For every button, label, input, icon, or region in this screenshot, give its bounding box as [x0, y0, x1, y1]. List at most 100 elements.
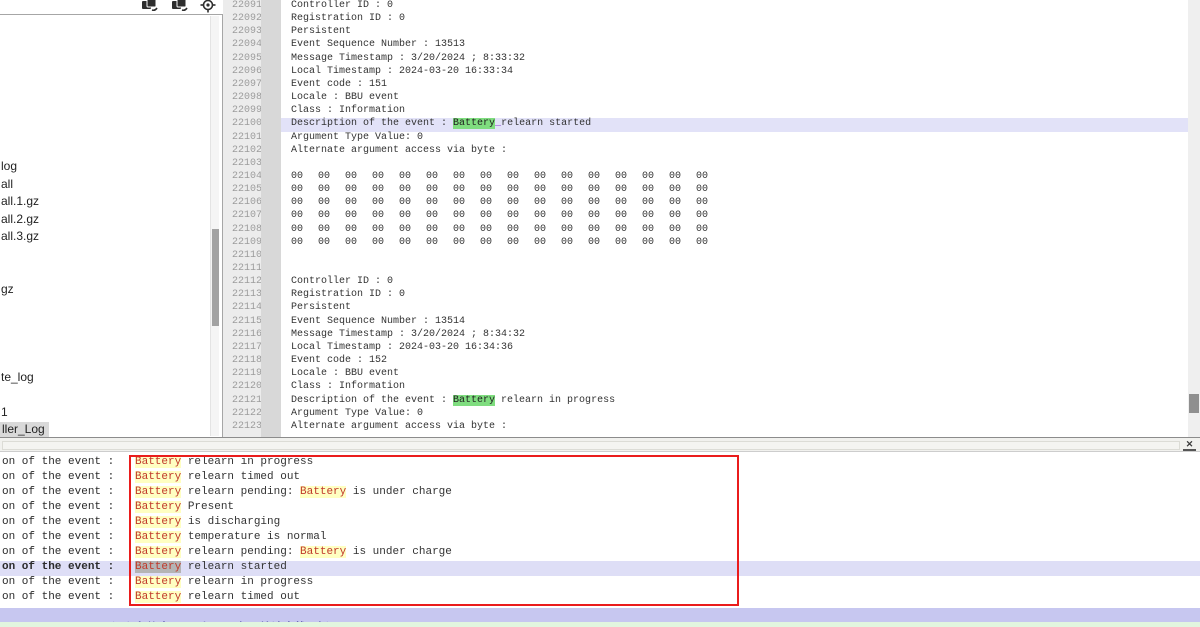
log-line[interactable]: Argument Type Value: 0 [281, 132, 1188, 146]
line-number: 22092 [232, 13, 261, 27]
log-line[interactable]: Event Sequence Number : 13514 [281, 316, 1188, 330]
horizontal-scrollbar-track[interactable] [2, 441, 1180, 450]
log-line[interactable]: Alternate argument access via byte : [281, 145, 1188, 159]
sidebar-item-log[interactable]: log [1, 159, 17, 174]
log-text: Message Timestamp : 3/20/2024 ; 8:34:32 [291, 329, 525, 340]
log-text: Registration ID : 0 [291, 13, 405, 24]
line-number: 22095 [232, 53, 261, 67]
line-number: 22099 [232, 105, 261, 119]
log-line[interactable]: Registration ID : 0 [281, 289, 1188, 303]
match-highlight: Battery [135, 576, 181, 588]
log-text: relearn in progress [181, 456, 313, 468]
match-highlight: Battery [135, 471, 181, 483]
log-text: Locale : BBU event [291, 92, 399, 103]
results-panel-header: ✕ [0, 437, 1200, 452]
log-line-current[interactable]: Description of the event : Battery_relea… [281, 118, 1188, 132]
editor-scrollbar-track[interactable] [1188, 0, 1200, 437]
log-text: Local Timestamp : 2024-03-20 16:34:36 [291, 342, 513, 353]
match-highlight: Battery [135, 531, 181, 543]
log-text: relearn in progress [181, 576, 313, 588]
line-number: 22106 [232, 197, 261, 211]
sidebar-item-all-1-gz[interactable]: all.1.gz [1, 194, 39, 209]
log-line[interactable]: Local Timestamp : 2024-03-20 16:34:36 [281, 342, 1188, 356]
compare-files-right-icon[interactable] [170, 0, 188, 13]
log-line[interactable]: Event code : 152 [281, 355, 1188, 369]
compare-files-left-icon[interactable] [140, 0, 158, 13]
log-line[interactable]: 00 00 00 00 00 00 00 00 00 00 00 00 00 0… [281, 210, 1188, 224]
match-highlight: Battery [135, 456, 181, 468]
log-line[interactable]: Description of the event : Battery relea… [281, 395, 1188, 409]
log-line[interactable]: Event code : 151 [281, 79, 1188, 93]
result-prefix: on of the event : [2, 516, 114, 528]
log-line[interactable]: Locale : BBU event [281, 92, 1188, 106]
log-line[interactable]: Persistent [281, 26, 1188, 40]
log-line[interactable]: 00 00 00 00 00 00 00 00 00 00 00 00 00 0… [281, 224, 1188, 238]
line-number: 22120 [232, 381, 261, 395]
log-line[interactable]: Locale : BBU event [281, 368, 1188, 382]
log-line[interactable]: Argument Type Value: 0 [281, 408, 1188, 422]
log-line[interactable] [281, 158, 1188, 172]
log-text: 00 00 00 00 00 00 00 00 00 00 00 00 00 0… [291, 197, 708, 208]
line-number: 22097 [232, 79, 261, 93]
log-text: 00 00 00 00 00 00 00 00 00 00 00 00 00 0… [291, 210, 708, 221]
log-text: Class : Information [291, 381, 405, 392]
sidebar-scrollbar-track[interactable] [210, 16, 219, 436]
log-line[interactable]: Class : Information [281, 105, 1188, 119]
log-line[interactable]: Persistent [281, 302, 1188, 316]
log-line[interactable]: 00 00 00 00 00 00 00 00 00 00 00 00 00 0… [281, 237, 1188, 251]
log-text: relearn in progress [495, 395, 615, 406]
result-row[interactable]: on of the event :Battery relearn timed o… [0, 591, 1200, 606]
log-line[interactable]: Alternate argument access via byte : [281, 421, 1188, 435]
result-text: Battery relearn pending: Battery is unde… [135, 546, 452, 558]
result-prefix: on of the event : [2, 501, 114, 513]
result-text: Battery relearn in progress [135, 576, 313, 588]
log-line[interactable]: Registration ID : 0 [281, 13, 1188, 27]
locate-target-icon[interactable] [200, 0, 218, 13]
log-text: Event code : 151 [291, 79, 387, 90]
result-row[interactable]: on of the event :Battery Present [0, 501, 1200, 516]
log-line[interactable] [281, 263, 1188, 277]
log-text: Alternate argument access via byte : [291, 145, 507, 156]
result-row[interactable]: on of the event :Battery is discharging [0, 516, 1200, 531]
log-line[interactable]: Message Timestamp : 3/20/2024 ; 8:34:32 [281, 329, 1188, 343]
log-line[interactable]: 00 00 00 00 00 00 00 00 00 00 00 00 00 0… [281, 184, 1188, 198]
sidebar-item-all[interactable]: all [1, 177, 13, 192]
log-line[interactable]: Message Timestamp : 3/20/2024 ; 8:33:32 [281, 53, 1188, 67]
sidebar-item-te-log[interactable]: te_log [1, 370, 34, 385]
result-prefix: on of the event : [2, 576, 114, 588]
match-highlight: Battery [453, 395, 495, 406]
log-line[interactable]: 00 00 00 00 00 00 00 00 00 00 00 00 00 0… [281, 197, 1188, 211]
match-highlight: Battery [135, 501, 181, 513]
log-line[interactable]: 00 00 00 00 00 00 00 00 00 00 00 00 00 0… [281, 171, 1188, 185]
line-number: 22117 [232, 342, 261, 356]
log-line[interactable]: Local Timestamp : 2024-03-20 16:33:34 [281, 66, 1188, 80]
log-text: is under charge [346, 546, 452, 558]
close-results-icon[interactable]: ✕ [1183, 439, 1196, 451]
line-number: 22107 [232, 210, 261, 224]
line-number: 22103 [232, 158, 261, 172]
result-row[interactable]: on of the event :Battery temperature is … [0, 531, 1200, 546]
result-row-selected[interactable]: on of the event :Battery relearn started [0, 561, 1200, 576]
log-line[interactable]: Controller ID : 0 [281, 276, 1188, 290]
result-row[interactable]: on of the event :Battery relearn pending… [0, 486, 1200, 501]
sidebar-item-1[interactable]: 1 [1, 405, 8, 420]
search-summary-bar: e event" （1个文件中匹配到1123次，总计查找1次） [0, 608, 1200, 622]
sidebar-item-all-3-gz[interactable]: all.3.gz [1, 229, 39, 244]
log-line[interactable] [281, 250, 1188, 264]
log-line[interactable]: Controller ID : 0 [281, 0, 1188, 14]
sidebar-item-all-2-gz[interactable]: all.2.gz [1, 212, 39, 227]
result-prefix: on of the event : [2, 546, 114, 558]
result-row[interactable]: on of the event : Battery relearn pending… [0, 546, 1200, 561]
sidebar-scrollbar-thumb[interactable] [212, 229, 219, 326]
result-row[interactable]: on of the event : Battery relearn in prog… [0, 576, 1200, 591]
result-row[interactable]: on of the event :Battery relearn in prog… [0, 456, 1200, 471]
sidebar-item-gz[interactable]: gz [1, 282, 14, 297]
log-text: 00 00 00 00 00 00 00 00 00 00 00 00 00 0… [291, 184, 708, 195]
log-editor[interactable]: Controller ID : 0Registration ID : 0Pers… [281, 0, 1188, 437]
log-line[interactable]: Class : Information [281, 381, 1188, 395]
log-line[interactable]: Event Sequence Number : 13513 [281, 39, 1188, 53]
log-viewer-app: logallall.1.gzall.2.gzall.3.gzgzte_log1l… [0, 0, 1200, 627]
result-text: Battery relearn timed out [135, 471, 300, 483]
result-row[interactable]: on of the event :Battery relearn timed o… [0, 471, 1200, 486]
editor-scrollbar-thumb[interactable] [1189, 394, 1199, 413]
